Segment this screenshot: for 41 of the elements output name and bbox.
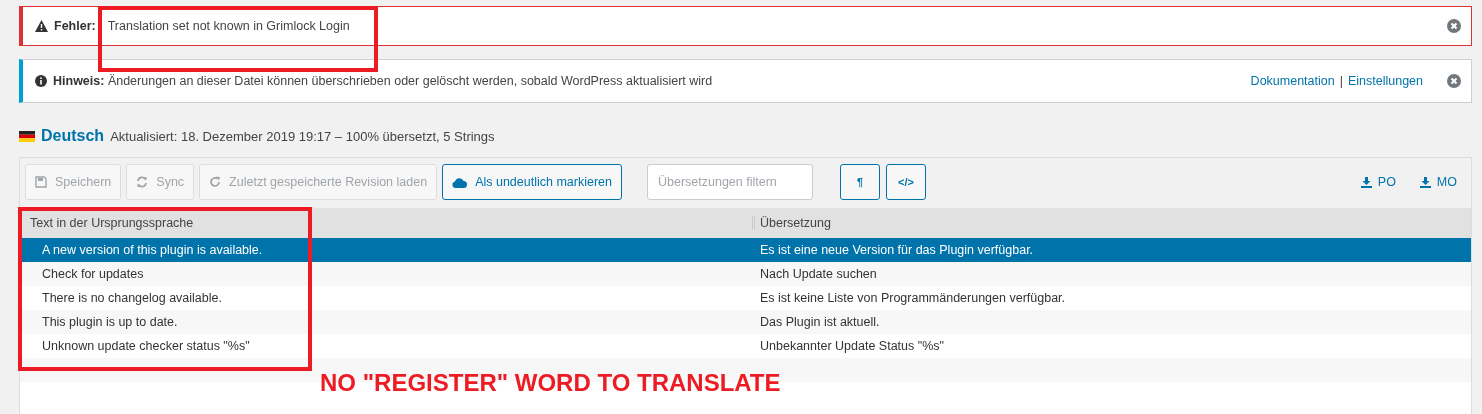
close-icon[interactable] <box>1447 19 1461 33</box>
table-row[interactable]: A new version of this plugin is available. Es ist eine neue Version für das Plugin verfügbar. <box>20 238 1471 262</box>
table-cell-text: Es ist eine neue Version für das Plugin verfügbar. <box>759 243 1034 257</box>
table-cell-text: Check for updates <box>41 267 145 281</box>
table-cell-text: Es ist keine Liste von Programmänderungen verfügbar. <box>759 291 1066 305</box>
settings-link[interactable]: Einstellungen <box>1347 74 1423 88</box>
table-row[interactable]: This plugin is up to date. Das Plugin ist aktuell. <box>20 310 1471 334</box>
table-cell-text: This plugin is up to date. <box>41 315 179 329</box>
warning-icon <box>35 20 48 32</box>
table-row[interactable]: Check for updates Nach Update suchen <box>20 262 1471 286</box>
error-label: Fehler: <box>54 19 96 33</box>
sync-icon <box>136 176 149 188</box>
toggle-button[interactable]: ¶ <box>840 164 880 200</box>
toggle-button[interactable]: </> <box>886 164 926 200</box>
download-icon <box>1419 176 1431 188</box>
german-flag-icon <box>19 130 35 142</box>
status-text: Aktualisiert: 18. Dezember 2019 19:17 – 100% übersetzt, 5 Strings <box>110 128 495 144</box>
column-header: Text in der Ursprungssprache <box>29 216 195 230</box>
toolbar-button[interactable]: Als undeutlich markieren <box>442 164 622 200</box>
table-cell-text: Unbekannter Update Status "%s" <box>759 339 944 353</box>
link-separator: | <box>1339 74 1343 88</box>
table-cell-text: Nach Update suchen <box>759 267 877 281</box>
filter-field[interactable]: Übersetzungen filtern <box>647 164 813 200</box>
floppy-icon <box>35 176 47 188</box>
download-icon <box>1360 176 1372 188</box>
info-icon <box>35 75 47 87</box>
language-link[interactable]: Deutsch <box>41 127 105 145</box>
download-link[interactable]: MO <box>1419 175 1457 189</box>
documentation-link[interactable]: Dokumentation <box>1250 74 1335 88</box>
table-cell-text: There is no changelog available. <box>41 291 223 305</box>
close-icon[interactable] <box>1447 74 1461 88</box>
download-link[interactable]: PO <box>1360 175 1396 189</box>
cloud-icon <box>452 176 468 188</box>
table-cell-text: A new version of this plugin is available. <box>41 243 264 257</box>
table-cell-text: Unknown update checker status "%s" <box>41 339 251 353</box>
column-header: Übersetzung <box>752 216 831 230</box>
reload-icon <box>209 176 222 188</box>
annotation-text: NO "REGISTER" WORD TO TRANSLATE <box>320 369 781 397</box>
table-cell-text: Das Plugin ist aktuell. <box>759 315 880 329</box>
notice-message: Hinweis: Änderungen an dieser Datei können überschrieben oder gelöscht werden, sobald WordPress aktualisiert wird <box>53 74 714 88</box>
error-message: Translation set not known in Grimlock Login <box>107 19 351 33</box>
